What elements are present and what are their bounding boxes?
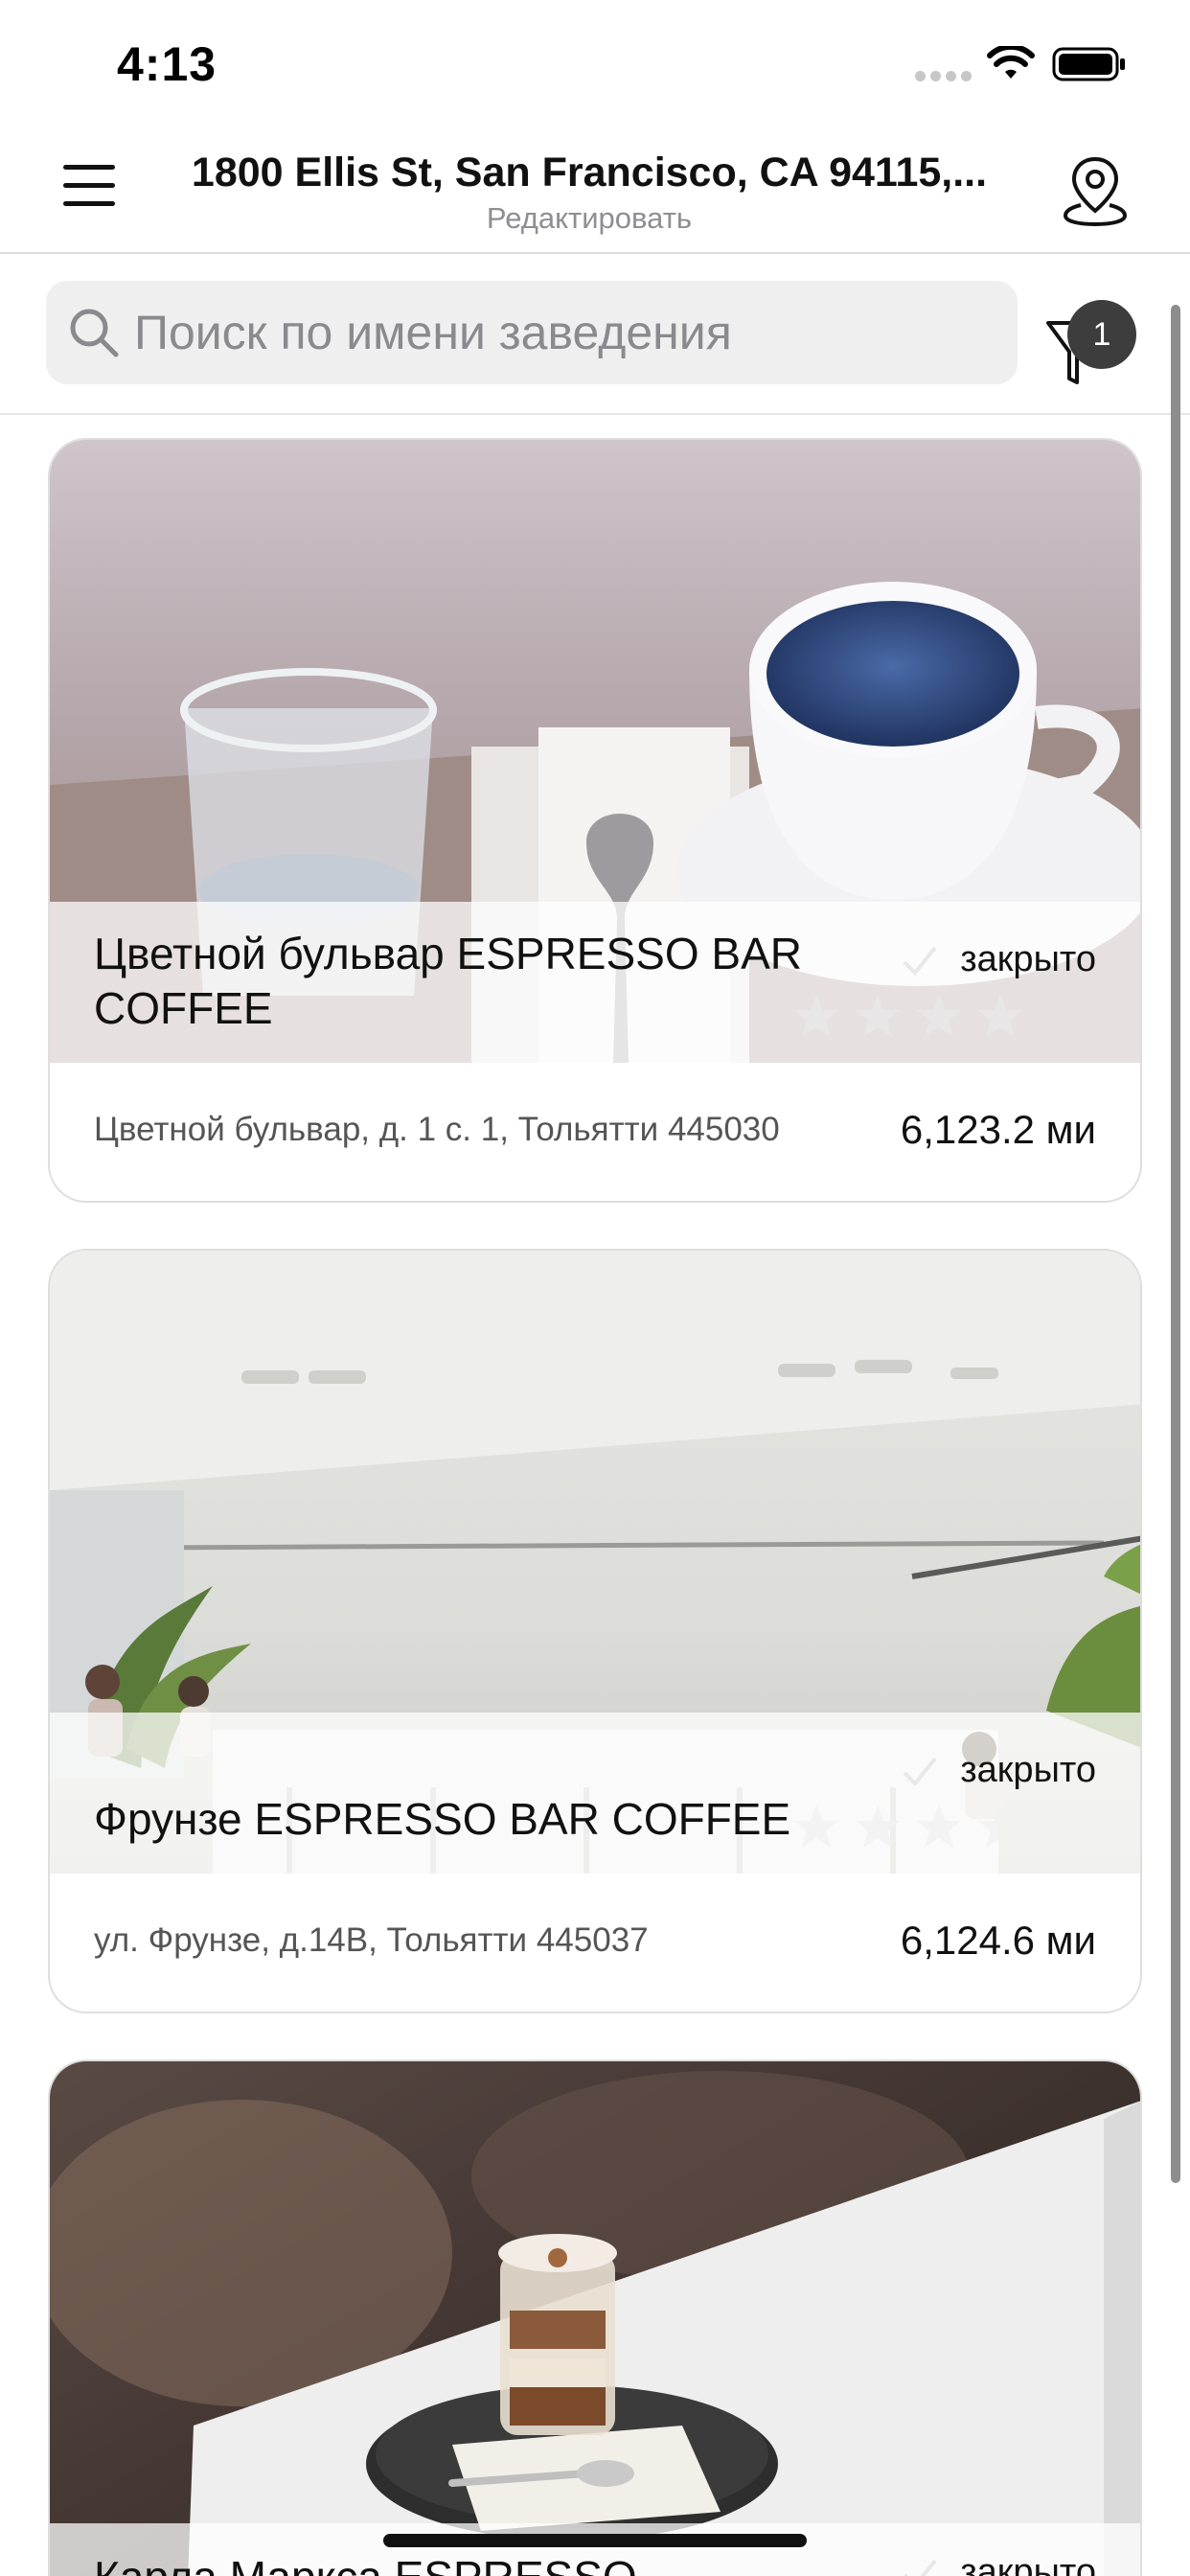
status-time: 4:13 bbox=[117, 37, 217, 91]
star-icon bbox=[978, 995, 1022, 1037]
menu-icon[interactable] bbox=[63, 165, 115, 209]
place-status: закрыто bbox=[960, 939, 1096, 979]
card-footer: ул. Фрунзе, д.14В, Тольятти 445037 6,124… bbox=[50, 1874, 1140, 2012]
place-photo-dessert: Карла Маркса ESPRESSO закрыто bbox=[50, 2061, 1140, 2576]
filter-count-badge: 1 bbox=[1067, 300, 1136, 369]
star-icon bbox=[978, 1806, 1022, 1848]
star-icon bbox=[794, 995, 838, 1037]
delivery-address[interactable]: 1800 Ellis St, San Francisco, CA 94115,.… bbox=[182, 150, 996, 196]
place-photo-interior: Фрунзе ESPRESSO BAR COFFEE закрыто bbox=[50, 1251, 1140, 1874]
place-name: Фрунзе ESPRESSO BAR COFFEE bbox=[94, 1794, 791, 1844]
place-card[interactable]: Фрунзе ESPRESSO BAR COFFEE закрыто ул. Ф… bbox=[48, 1249, 1142, 2013]
card-footer: Цветной бульвар, д. 1 с. 1, Тольятти 445… bbox=[50, 1063, 1140, 1201]
place-status: закрыто bbox=[960, 1750, 1096, 1790]
map-pin-icon[interactable] bbox=[1062, 153, 1129, 226]
search-icon bbox=[70, 309, 119, 357]
wifi-icon bbox=[987, 46, 1035, 79]
search-row: 1 bbox=[0, 256, 1190, 415]
star-icon bbox=[917, 1806, 961, 1848]
place-address: ул. Фрунзе, д.14В, Тольятти 445037 bbox=[94, 1921, 649, 1959]
place-photo-coffee: Цветной бульвар ESPRESSO BAR COFFEE закр… bbox=[50, 440, 1140, 1063]
star-icon bbox=[856, 995, 900, 1037]
place-card[interactable]: Цветной бульвар ESPRESSO BAR COFFEE закр… bbox=[48, 438, 1142, 1203]
check-icon bbox=[903, 2559, 937, 2576]
scrollbar[interactable] bbox=[1171, 305, 1180, 2183]
check-icon bbox=[903, 1757, 937, 1786]
signal-icon bbox=[915, 71, 972, 81]
filter-button[interactable]: 1 bbox=[1044, 294, 1136, 390]
place-card[interactable]: Карла Маркса ESPRESSO закрыто bbox=[48, 2059, 1142, 2576]
status-label: закрыто bbox=[901, 2552, 1096, 2576]
status-label: закрыто bbox=[901, 1750, 1096, 1791]
home-indicator[interactable] bbox=[383, 2534, 807, 2547]
place-distance: 6,123.2 ми bbox=[900, 1107, 1096, 1152]
place-address: Цветной бульвар, д. 1 с. 1, Тольятти 445… bbox=[94, 1111, 780, 1148]
dessert-photo bbox=[50, 2061, 1140, 2576]
edit-address-link[interactable]: Редактировать bbox=[182, 201, 996, 236]
place-distance: 6,124.6 ми bbox=[900, 1918, 1096, 1963]
place-name: Цветной бульвар ESPRESSO BAR COFFEE bbox=[94, 929, 802, 1033]
search-box[interactable] bbox=[46, 281, 1018, 384]
check-icon bbox=[903, 946, 937, 976]
place-name: Карла Маркса ESPRESSO bbox=[94, 2550, 822, 2576]
battery-icon bbox=[1052, 47, 1125, 81]
header: 1800 Ellis St, San Francisco, CA 94115,.… bbox=[0, 125, 1190, 254]
status-bar: 4:13 bbox=[0, 0, 1190, 125]
place-status: закрыто bbox=[960, 2552, 1096, 2576]
rating-stars bbox=[791, 1803, 1025, 1852]
star-icon bbox=[794, 1806, 838, 1848]
search-input[interactable] bbox=[134, 281, 996, 384]
star-icon bbox=[856, 1806, 900, 1848]
status-label: закрыто bbox=[901, 939, 1096, 980]
rating-stars bbox=[791, 992, 1025, 1042]
star-icon bbox=[917, 995, 961, 1037]
